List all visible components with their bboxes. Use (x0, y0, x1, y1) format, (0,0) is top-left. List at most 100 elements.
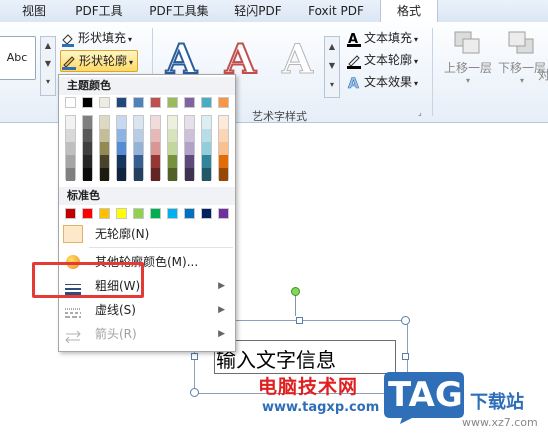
theme-shade-swatch[interactable] (83, 116, 92, 129)
standard-color-swatch[interactable] (218, 208, 229, 219)
watermark-right-text: 下载站 (470, 392, 524, 413)
standard-color-swatch[interactable] (184, 208, 195, 219)
shape-style-scroll[interactable]: ▲ ▼ ▾ (40, 36, 56, 96)
shape-style-sample[interactable]: Abc (0, 36, 36, 80)
theme-shade-swatch[interactable] (66, 168, 75, 181)
theme-shade-swatch[interactable] (151, 168, 160, 181)
standard-color-swatch[interactable] (133, 208, 144, 219)
resize-handle-n[interactable] (296, 317, 303, 324)
tab-pdf-tools[interactable]: PDF工具 (64, 0, 134, 22)
theme-shade-swatch[interactable] (219, 142, 228, 155)
theme-shade-swatch[interactable] (168, 116, 177, 129)
theme-shade-swatch[interactable] (202, 142, 211, 155)
text-effect-button[interactable]: A 文本效果 ▾ (346, 72, 418, 92)
theme-shade-swatch[interactable] (202, 116, 211, 129)
theme-shade-swatch[interactable] (134, 155, 143, 168)
standard-color-swatch[interactable] (150, 208, 161, 219)
theme-shade-swatch[interactable] (83, 155, 92, 168)
theme-color-swatch[interactable] (133, 97, 144, 108)
resize-handle-e[interactable] (402, 353, 409, 360)
theme-color-swatch[interactable] (99, 97, 110, 108)
resize-handle-sw[interactable] (190, 388, 199, 397)
theme-shade-swatch[interactable] (66, 129, 75, 142)
theme-shade-swatch[interactable] (83, 142, 92, 155)
theme-shade-swatch[interactable] (100, 155, 109, 168)
wordart-style-scroll[interactable]: ▲ ▼ ▾ (324, 36, 340, 98)
tab-format[interactable]: 格式 (380, 0, 438, 23)
theme-shade-swatch[interactable] (185, 155, 194, 168)
dialog-launcher-icon[interactable]: ⌟ (418, 108, 422, 117)
theme-shade-swatch[interactable] (66, 116, 75, 129)
align-button[interactable]: 对 (538, 66, 548, 83)
tab-foxit-pdf[interactable]: Foxit PDF (298, 0, 374, 22)
theme-shade-swatch[interactable] (117, 168, 126, 181)
theme-shade-swatch[interactable] (185, 142, 194, 155)
theme-shade-swatch[interactable] (185, 129, 194, 142)
wordart-style-3[interactable]: A (281, 39, 313, 80)
theme-shade-swatch[interactable] (185, 168, 194, 181)
theme-shade-swatch[interactable] (151, 142, 160, 155)
theme-shade-swatch[interactable] (151, 129, 160, 142)
theme-shade-swatch[interactable] (100, 129, 109, 142)
theme-shade-swatch[interactable] (202, 155, 211, 168)
bring-forward-button[interactable]: 上移一层 ▾ (440, 30, 496, 100)
theme-shade-swatch[interactable] (202, 168, 211, 181)
theme-shade-swatch[interactable] (117, 155, 126, 168)
theme-shade-swatch[interactable] (117, 129, 126, 142)
theme-color-swatch[interactable] (150, 97, 161, 108)
standard-color-swatch[interactable] (99, 208, 110, 219)
theme-shade-swatch[interactable] (66, 142, 75, 155)
theme-color-swatch[interactable] (167, 97, 178, 108)
theme-shade-swatch[interactable] (117, 116, 126, 129)
resize-handle-ne[interactable] (401, 316, 410, 325)
theme-shade-swatch[interactable] (83, 168, 92, 181)
theme-color-swatch[interactable] (65, 97, 76, 108)
theme-shade-swatch[interactable] (168, 155, 177, 168)
theme-shade-swatch[interactable] (151, 155, 160, 168)
theme-color-swatch[interactable] (218, 97, 229, 108)
theme-shade-swatch[interactable] (134, 168, 143, 181)
theme-shade-swatch[interactable] (134, 129, 143, 142)
rotate-handle[interactable] (291, 287, 300, 296)
text-fill-button[interactable]: A 文本填充 ▾ (346, 28, 418, 48)
theme-shade-swatch[interactable] (100, 116, 109, 129)
tab-light-pdf[interactable]: 轻闪PDF (224, 0, 292, 22)
theme-shade-swatch[interactable] (83, 129, 92, 142)
standard-color-swatch[interactable] (82, 208, 93, 219)
standard-color-swatch[interactable] (167, 208, 178, 219)
theme-color-swatch[interactable] (201, 97, 212, 108)
standard-color-swatch[interactable] (65, 208, 76, 219)
theme-shade-swatch[interactable] (219, 129, 228, 142)
standard-color-swatch[interactable] (201, 208, 212, 219)
theme-shade-swatch[interactable] (185, 116, 194, 129)
send-backward-button[interactable]: 下移一层 ▾ (494, 30, 548, 100)
text-outline-button[interactable]: 文本轮廓 ▾ (346, 50, 418, 70)
theme-color-swatch[interactable] (184, 97, 195, 108)
theme-shade-swatch[interactable] (134, 142, 143, 155)
theme-shade-swatch[interactable] (100, 168, 109, 181)
resize-handle-w[interactable] (191, 353, 198, 360)
tab-pdf-toolset[interactable]: PDF工具集 (140, 0, 218, 22)
theme-shade-swatch[interactable] (219, 168, 228, 181)
arrows-item[interactable]: 箭头(R) ▶ (59, 323, 235, 345)
theme-shade-swatch[interactable] (117, 142, 126, 155)
theme-shade-swatch[interactable] (219, 116, 228, 129)
theme-color-swatch[interactable] (116, 97, 127, 108)
theme-shade-swatch[interactable] (168, 168, 177, 181)
theme-shade-swatch[interactable] (168, 142, 177, 155)
svg-text:A: A (348, 76, 359, 91)
shape-outline-button[interactable]: 形状轮廓 ▾ (60, 50, 139, 72)
no-outline-item[interactable]: 无轮廓(N) (59, 223, 235, 245)
theme-color-swatch[interactable] (82, 97, 93, 108)
theme-shade-swatch[interactable] (134, 116, 143, 129)
dashes-item[interactable]: 虚线(S) ▶ (59, 299, 235, 321)
theme-shade-swatch[interactable] (168, 129, 177, 142)
theme-shade-swatch[interactable] (219, 155, 228, 168)
standard-color-swatch[interactable] (116, 208, 127, 219)
shape-fill-button[interactable]: 形状填充 ▾ (60, 28, 132, 48)
theme-shade-swatch[interactable] (151, 116, 160, 129)
tab-view[interactable]: 视图 (14, 0, 54, 22)
theme-shade-swatch[interactable] (66, 155, 75, 168)
theme-shade-swatch[interactable] (100, 142, 109, 155)
theme-shade-swatch[interactable] (202, 129, 211, 142)
